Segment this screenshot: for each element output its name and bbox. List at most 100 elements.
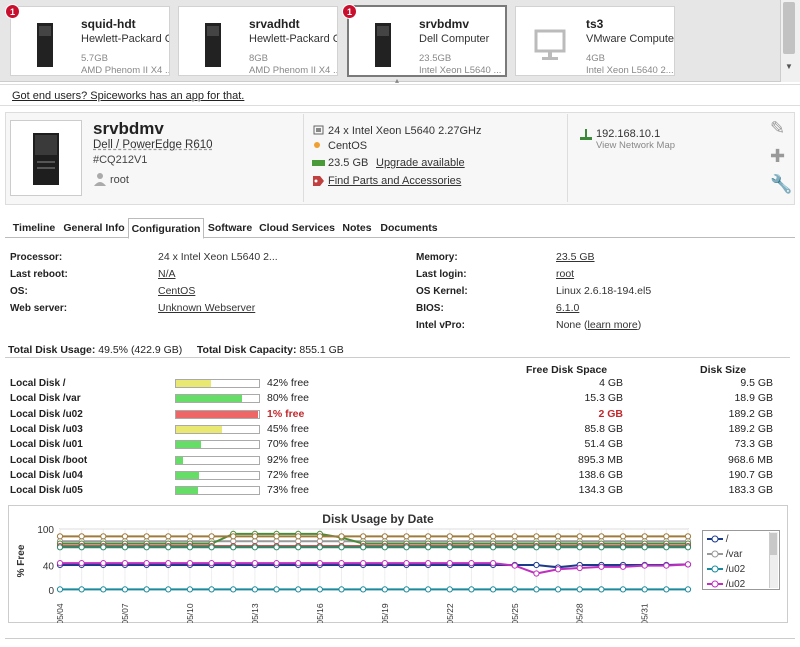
- device-card-name: srvadhdt: [249, 17, 300, 31]
- add-icon[interactable]: ✚: [770, 146, 785, 167]
- device-card-name: srvbdmv: [419, 17, 470, 31]
- server-icon: [23, 21, 67, 69]
- network-icon: [580, 129, 592, 144]
- tab-timeline[interactable]: Timeline: [10, 218, 58, 239]
- os-kernel-value: Linux 2.6.18-194.el5: [556, 285, 652, 297]
- data-point: [121, 544, 129, 551]
- data-point: [316, 560, 323, 567]
- legend-item[interactable]: /var: [707, 549, 742, 560]
- data-point: [251, 533, 258, 540]
- data-point: [381, 586, 388, 593]
- collapse-handle-icon[interactable]: ▴: [395, 76, 399, 85]
- os-kernel-label: OS Kernel:: [416, 286, 468, 297]
- tab-documents[interactable]: Documents: [378, 218, 440, 239]
- data-point: [641, 533, 648, 540]
- disk-free-space: 85.8 GB: [584, 422, 623, 435]
- disk-free-space: 138.6 GB: [578, 468, 623, 481]
- legend-item[interactable]: /u02: [707, 564, 745, 575]
- data-point: [425, 533, 432, 540]
- device-card[interactable]: ts3 VMware Computer 4GB Intel Xeon L5640 2.…: [515, 6, 675, 76]
- data-point: [186, 586, 194, 593]
- data-point: [338, 560, 345, 567]
- tab-software[interactable]: Software: [206, 218, 254, 239]
- data-point: [143, 544, 150, 551]
- data-point: [684, 561, 692, 568]
- monitor-icon: [528, 21, 572, 69]
- data-point: [273, 533, 280, 540]
- disk-size: 968.6 MB: [728, 453, 773, 466]
- os-value[interactable]: CentOS: [158, 285, 195, 297]
- last-login-value[interactable]: root: [556, 268, 574, 280]
- data-point: [619, 544, 627, 551]
- wrench-icon[interactable]: 🔧: [770, 174, 792, 195]
- data-point: [403, 560, 410, 567]
- legend-item[interactable]: /: [707, 534, 729, 545]
- data-point: [295, 586, 302, 593]
- data-point: [403, 533, 410, 540]
- disk-percent-free: 42% free: [267, 377, 310, 389]
- web-server-value[interactable]: Unknown Webserver: [158, 302, 255, 314]
- disk-name: Local Disk /u01: [10, 439, 83, 451]
- tab-notes[interactable]: Notes: [338, 218, 376, 239]
- scroll-down-icon[interactable]: ▼: [785, 62, 793, 71]
- data-point: [663, 544, 670, 551]
- data-point: [360, 560, 367, 567]
- server-icon: [191, 21, 235, 69]
- disk-free-space: 2 GB: [598, 407, 623, 420]
- memory-value[interactable]: 23.5 GB: [556, 251, 595, 263]
- device-card[interactable]: squid-hdt Hewlett-Packard C... 5.7GBAMD Ph…: [10, 6, 170, 76]
- x-tick-label: 05/07: [120, 603, 130, 623]
- last-reboot-value[interactable]: N/A: [158, 268, 176, 280]
- legend-label: /var: [725, 549, 743, 560]
- server-image: [10, 120, 82, 196]
- edit-icon[interactable]: ✎: [770, 118, 785, 139]
- memory-spec: 23.5 GB: [328, 157, 369, 169]
- tab-general-info[interactable]: General Info: [62, 218, 126, 239]
- data-point: [273, 586, 280, 593]
- tab-cloud-services[interactable]: Cloud Services: [258, 218, 336, 239]
- disk-percent-free: 92% free: [267, 453, 310, 466]
- cpu-spec: 24 x Intel Xeon L5640 2.27GHz: [328, 125, 482, 137]
- disk-size-header: Disk Size: [700, 364, 747, 376]
- y-tick-label: 0: [48, 586, 54, 597]
- disk-free-space: 4 GB: [599, 377, 623, 389]
- device-card[interactable]: srvadhdt Hewlett-Packard C... 8GBAMD Pheno…: [178, 6, 338, 76]
- promo-link[interactable]: Got end users? Spiceworks has an app for…: [12, 90, 244, 102]
- data-point: [186, 560, 194, 567]
- legend-item[interactable]: /u02: [707, 579, 746, 590]
- bios-value[interactable]: 6.1.0: [556, 302, 579, 314]
- disk-usage-bar: [175, 455, 260, 465]
- data-point: [100, 533, 107, 540]
- legend-label: /u02: [725, 564, 746, 575]
- vpro-label: Intel vPro:: [416, 320, 465, 331]
- legend-label: /u02: [725, 579, 746, 590]
- disk-usage-bar: [175, 486, 260, 496]
- x-tick-label: 05/10: [185, 603, 195, 623]
- data-point: [100, 586, 107, 593]
- last-reboot-label: Last reboot:: [10, 269, 68, 280]
- disk-usage-bar: [175, 470, 260, 480]
- divider: [5, 638, 795, 639]
- device-card-memory: 23.5GB: [419, 53, 452, 64]
- data-point: [165, 586, 172, 593]
- legend-scrollbar-thumb[interactable]: [770, 533, 777, 555]
- tab-configuration[interactable]: Configuration: [128, 218, 204, 239]
- learn-more-link[interactable]: learn more: [588, 319, 638, 331]
- disk-usage-fill: [176, 380, 211, 387]
- data-point: [78, 544, 85, 551]
- find-parts-link[interactable]: Find Parts and Accessories: [328, 175, 461, 187]
- data-point: [56, 560, 64, 567]
- divider: [5, 357, 790, 358]
- view-network-map-link[interactable]: View Network Map: [596, 140, 675, 151]
- data-point: [360, 586, 367, 593]
- disk-free-space: 134.3 GB: [578, 484, 623, 497]
- y-tick-label: 40: [43, 562, 55, 573]
- device-model[interactable]: Dell / PowerEdge R610: [93, 139, 213, 151]
- y-tick-label: 100: [37, 525, 54, 536]
- data-point: [446, 560, 453, 567]
- disk-size: 183.3 GB: [728, 484, 773, 497]
- scrollbar-thumb[interactable]: [783, 2, 795, 54]
- disk-percent-free: 73% free: [267, 484, 310, 497]
- device-card[interactable]: srvbdmv Dell Computer 23.5GB Intel Xeon L56…: [347, 5, 507, 77]
- upgrade-link[interactable]: Upgrade available: [376, 157, 465, 169]
